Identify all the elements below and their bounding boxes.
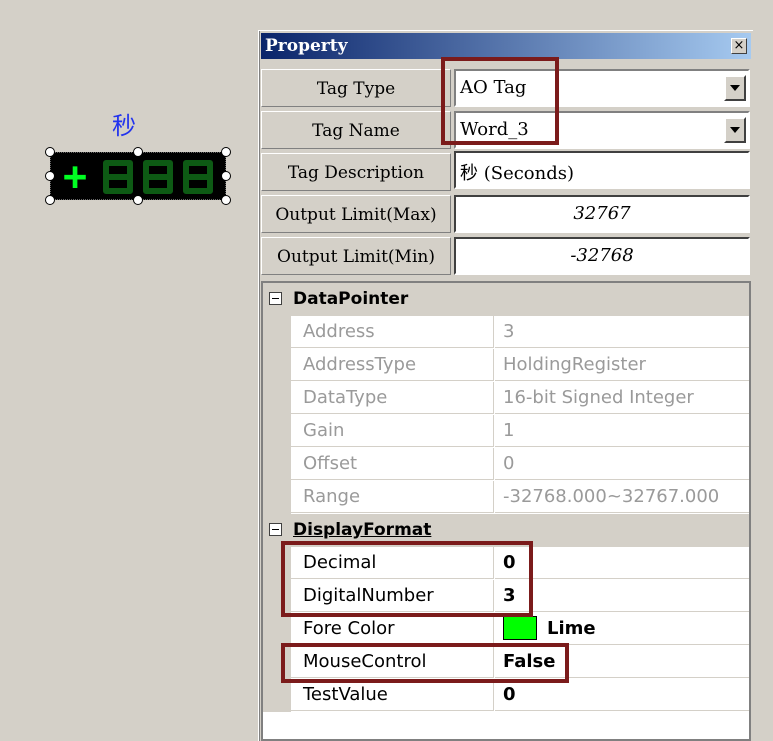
highlight-box: [281, 643, 569, 683]
highlight-box: [441, 57, 559, 145]
sign-segment: +: [63, 154, 88, 200]
property-row[interactable]: Range -32768.000~32767.000: [263, 481, 749, 514]
resize-handle[interactable]: [45, 171, 55, 181]
property-name: Range: [291, 481, 494, 513]
seven-segment-display-widget[interactable]: +: [45, 147, 231, 205]
tag-description-field[interactable]: 秒 (Seconds): [454, 151, 750, 189]
row-gutter: [263, 382, 291, 415]
color-name: Lime: [547, 618, 596, 639]
property-value: HoldingRegister: [495, 349, 749, 381]
property-name: Offset: [291, 448, 494, 480]
digit-segment: [143, 160, 173, 194]
category-datapointer[interactable]: DataPointer: [263, 283, 749, 316]
tag-type-label: Tag Type: [261, 69, 451, 107]
property-row[interactable]: Address 3: [263, 316, 749, 349]
property-value: 0: [495, 448, 749, 480]
tag-description-value: 秒 (Seconds): [460, 163, 575, 184]
property-name: Address: [291, 316, 494, 348]
property-name: TestValue: [291, 679, 494, 711]
row-gutter: [263, 349, 291, 382]
property-row[interactable]: DataType 16-bit Signed Integer: [263, 382, 749, 415]
property-name: DataType: [291, 382, 494, 414]
chevron-down-icon[interactable]: [724, 75, 746, 101]
property-row[interactable]: Fore Color Lime: [263, 613, 749, 646]
resize-handle[interactable]: [45, 147, 55, 157]
resize-handle[interactable]: [221, 195, 231, 205]
widget-caption: 秒: [112, 112, 136, 140]
output-limit-max-label: Output Limit(Max): [261, 195, 451, 233]
resize-handle[interactable]: [133, 195, 143, 205]
row-gutter: [263, 481, 291, 514]
collapse-icon[interactable]: [269, 523, 282, 536]
close-icon[interactable]: ×: [731, 38, 747, 54]
resize-handle[interactable]: [221, 147, 231, 157]
digit-segment: [103, 160, 133, 194]
tag-name-label: Tag Name: [261, 111, 451, 149]
output-limit-min-value: -32768: [570, 245, 634, 266]
panel-titlebar[interactable]: Property ×: [261, 33, 751, 59]
row-gutter: [263, 415, 291, 448]
property-row[interactable]: Offset 0: [263, 448, 749, 481]
resize-handle[interactable]: [133, 147, 143, 157]
row-gutter: [263, 679, 291, 712]
chevron-down-icon[interactable]: [724, 117, 746, 143]
row-gutter: [263, 448, 291, 481]
property-value: 16-bit Signed Integer: [495, 382, 749, 414]
property-value: 3: [495, 316, 749, 348]
color-swatch[interactable]: [503, 615, 537, 640]
property-row[interactable]: AddressType HoldingRegister: [263, 349, 749, 382]
property-value[interactable]: 0: [495, 679, 749, 711]
category-label: DataPointer: [293, 289, 409, 309]
property-panel: Property × Tag Type AO Tag Tag Name Word…: [258, 30, 753, 741]
resize-handle[interactable]: [221, 171, 231, 181]
highlight-box: [281, 541, 533, 617]
property-name: Gain: [291, 415, 494, 447]
property-value: 1: [495, 415, 749, 447]
output-limit-min-label: Output Limit(Min): [261, 237, 451, 275]
tag-description-label: Tag Description: [261, 153, 451, 191]
property-value[interactable]: 3: [495, 580, 749, 612]
property-name: AddressType: [291, 349, 494, 381]
collapse-icon[interactable]: [269, 292, 282, 305]
property-name: Fore Color: [291, 613, 494, 645]
panel-title: Property: [265, 36, 348, 56]
property-value[interactable]: 0: [495, 547, 749, 579]
row-gutter: [263, 613, 291, 646]
row-gutter: [263, 316, 291, 349]
property-value[interactable]: Lime: [495, 613, 749, 645]
output-limit-min-field[interactable]: -32768: [454, 237, 750, 275]
category-label: DisplayFormat: [293, 520, 432, 540]
output-limit-max-field[interactable]: 32767: [454, 195, 750, 233]
seven-segment-display: +: [50, 152, 226, 200]
output-limit-max-value: 32767: [573, 203, 631, 224]
resize-handle[interactable]: [45, 195, 55, 205]
digit-segment: [183, 160, 213, 194]
property-value: -32768.000~32767.000: [495, 481, 749, 513]
property-row[interactable]: Gain 1: [263, 415, 749, 448]
property-grid: DataPointer Address 3 AddressType Holdin…: [261, 281, 751, 741]
property-row[interactable]: TestValue 0: [263, 679, 749, 712]
